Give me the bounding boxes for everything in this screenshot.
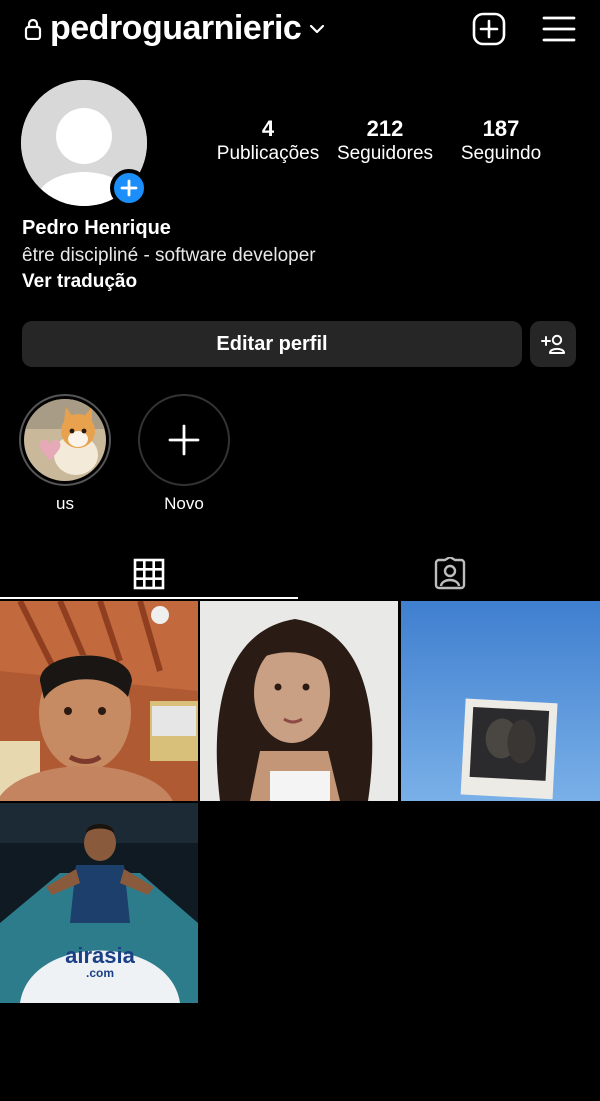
add-post-icon[interactable] (472, 12, 506, 46)
post-thumbnail[interactable] (200, 601, 398, 801)
highlight-label: Novo (164, 494, 204, 513)
post-thumbnail[interactable] (401, 601, 600, 801)
discover-people-button[interactable] (530, 321, 576, 367)
post-thumbnail[interactable] (0, 601, 198, 801)
chevron-down-icon (310, 24, 325, 33)
plus-icon (168, 424, 200, 456)
grid-icon (133, 558, 165, 590)
posts-label: Publicações (216, 143, 320, 164)
following-stat[interactable]: 187 Seguindo (441, 116, 561, 167)
followers-label: Seguidores (336, 143, 434, 164)
plus-icon (120, 179, 138, 197)
add-person-icon (541, 334, 565, 354)
profile-stats: 4 Publicações 212 Seguidores 187 Seguind… (200, 116, 570, 176)
highlight-ring (138, 394, 230, 486)
following-count: 187 (482, 116, 520, 141)
profile-bio: être discipliné - software developer (22, 245, 316, 266)
translate-link[interactable]: Ver tradução (22, 271, 137, 293)
hamburger-menu-icon[interactable] (542, 14, 576, 44)
highlight-cover-image (24, 399, 106, 481)
posts-count: 4 (261, 116, 275, 141)
post-thumbnail[interactable]: airasia .com (0, 803, 198, 1003)
active-tab-indicator (0, 597, 298, 599)
ad-brand-text: airasia (65, 943, 135, 968)
tagged-person-icon (434, 557, 466, 590)
add-story-button[interactable] (110, 169, 148, 207)
profile-name: Pedro Henrique (22, 217, 171, 239)
posts-stat[interactable]: 4 Publicações (208, 116, 328, 167)
ad-domain-text: .com (86, 966, 114, 980)
lock-icon (24, 18, 42, 40)
highlight-ring (19, 394, 111, 486)
edit-profile-button[interactable]: Editar perfil (22, 321, 522, 367)
highlight-us[interactable]: us (18, 394, 112, 514)
username-switcher[interactable]: pedroguarnieric (50, 9, 325, 48)
highlight-label: us (56, 494, 74, 513)
edit-profile-label: Editar perfil (216, 332, 328, 355)
followers-stat[interactable]: 212 Seguidores (325, 116, 445, 167)
tab-tagged[interactable] (300, 548, 600, 600)
username-text: pedroguarnieric (50, 9, 302, 47)
profile-header: pedroguarnieric (0, 0, 600, 60)
followers-count: 212 (366, 116, 404, 141)
new-highlight-button[interactable]: Novo (137, 394, 231, 514)
following-label: Seguindo (460, 143, 542, 164)
tab-posts-grid[interactable] (0, 548, 298, 600)
